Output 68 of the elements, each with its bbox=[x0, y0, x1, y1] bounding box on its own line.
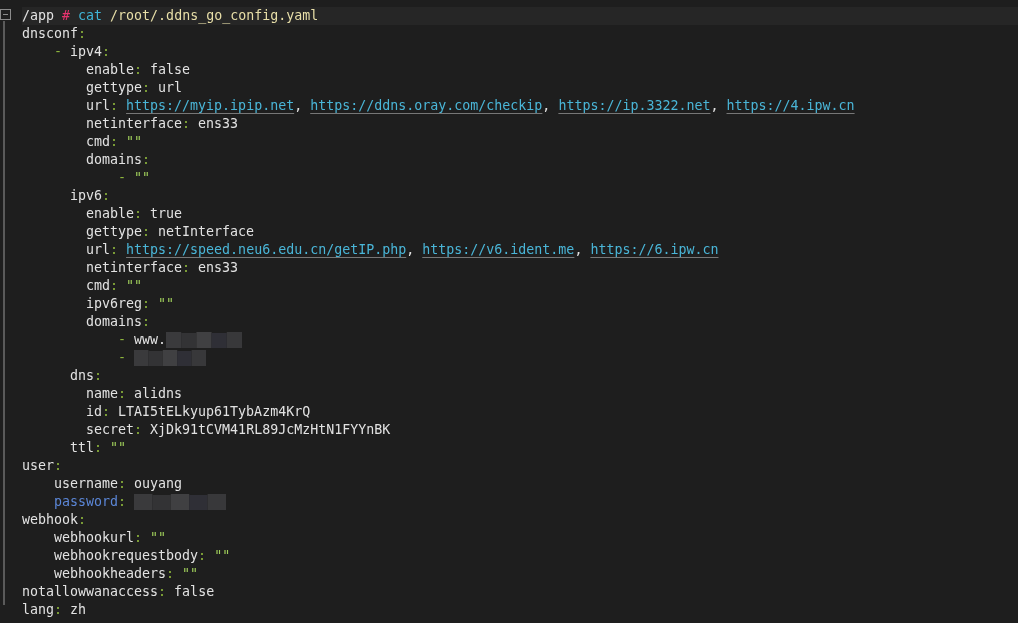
yaml-key: webhookrequestbody: bbox=[54, 547, 207, 565]
yaml-value: netInterface bbox=[158, 223, 255, 241]
yaml-key: ipv6reg: bbox=[86, 295, 151, 313]
yaml-key: cmd: bbox=[86, 277, 119, 295]
yaml-key: user: bbox=[22, 457, 63, 475]
comma-separator: , bbox=[294, 97, 303, 115]
comma-separator: , bbox=[710, 97, 719, 115]
fold-icon[interactable] bbox=[0, 9, 11, 20]
yaml-key: cmd: bbox=[86, 133, 119, 151]
yaml-key: gettype: bbox=[86, 79, 151, 97]
yaml-key: name: bbox=[86, 385, 127, 403]
yaml-key: domains: bbox=[86, 313, 151, 331]
yaml-value: ouyang bbox=[134, 475, 183, 493]
yaml-key: id: bbox=[86, 403, 111, 421]
list-dash: - bbox=[118, 331, 126, 349]
yaml-key: netinterface: bbox=[86, 115, 191, 133]
url-link[interactable]: https://4.ipw.cn bbox=[726, 97, 855, 115]
yaml-value: "" bbox=[182, 565, 199, 583]
comma-separator: , bbox=[406, 241, 415, 259]
yaml-value: false bbox=[174, 583, 215, 601]
yaml-value: true bbox=[150, 205, 183, 223]
yaml-key: gettype: bbox=[86, 223, 151, 241]
yaml-key: webhookheaders: bbox=[54, 565, 175, 583]
url-link[interactable]: https://6.ipw.cn bbox=[590, 241, 719, 259]
yaml-key: enable: bbox=[86, 61, 143, 79]
yaml-key: secret: bbox=[86, 421, 143, 439]
yaml-key: ipv4: bbox=[70, 43, 111, 61]
yaml-key: url: bbox=[86, 97, 119, 115]
yaml-value: "" bbox=[126, 277, 143, 295]
list-dash: - bbox=[118, 169, 126, 187]
comma-separator: , bbox=[574, 241, 583, 259]
yaml-value: alidns bbox=[134, 385, 183, 403]
yaml-key: netinterface: bbox=[86, 259, 191, 277]
yaml-value: ens33 bbox=[198, 115, 239, 133]
yaml-key: dnsconf: bbox=[22, 25, 87, 43]
yaml-key: enable: bbox=[86, 205, 143, 223]
list-dash: - bbox=[54, 43, 62, 61]
yaml-key: webhook: bbox=[22, 511, 87, 529]
yaml-key: dns: bbox=[70, 367, 103, 385]
url-link[interactable]: https://ddns.oray.com/checkip bbox=[310, 97, 543, 115]
yaml-value: "" bbox=[134, 169, 151, 187]
yaml-value: zh bbox=[70, 601, 87, 619]
yaml-value: "" bbox=[110, 439, 127, 457]
yaml-value: LTAI5tELkyup61TybAzm4KrQ bbox=[118, 403, 311, 421]
url-link[interactable]: https://speed.neu6.edu.cn/getIP.php bbox=[126, 241, 407, 259]
url-link[interactable]: https://v6.ident.me bbox=[422, 241, 575, 259]
list-dash: - bbox=[118, 349, 126, 367]
yaml-value: "" bbox=[126, 133, 143, 151]
yaml-value: XjDk91tCVM41RL89JcMzHtN1FYYnBK bbox=[150, 421, 391, 439]
url-link[interactable]: https://ip.3322.net bbox=[558, 97, 711, 115]
yaml-value: www. bbox=[134, 331, 167, 349]
yaml-value: "" bbox=[150, 529, 167, 547]
yaml-key: webhookurl: bbox=[54, 529, 143, 547]
yaml-value: "" bbox=[158, 295, 175, 313]
yaml-key: password: bbox=[54, 493, 127, 511]
yaml-key: domains: bbox=[86, 151, 151, 169]
yaml-key: url: bbox=[86, 241, 119, 259]
yaml-key: ttl: bbox=[70, 439, 103, 457]
yaml-key: ipv6: bbox=[70, 187, 111, 205]
yaml-value: "" bbox=[214, 547, 231, 565]
yaml-key: lang: bbox=[22, 601, 63, 619]
yaml-value: ens33 bbox=[198, 259, 239, 277]
yaml-key: notallowwanaccess: bbox=[22, 583, 167, 601]
url-link[interactable]: https://myip.ipip.net bbox=[126, 97, 295, 115]
yaml-value: false bbox=[150, 61, 191, 79]
comma-separator: , bbox=[542, 97, 551, 115]
yaml-value: url bbox=[158, 79, 183, 97]
yaml-key: username: bbox=[54, 475, 127, 493]
